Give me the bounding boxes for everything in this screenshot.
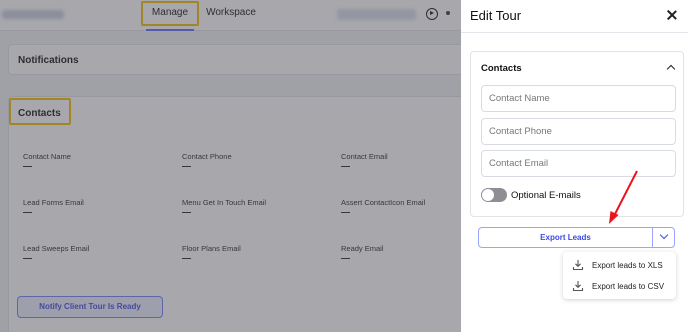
field-label: Lead Forms Email [23, 198, 84, 207]
contacts-accordion-title[interactable]: Contacts [481, 63, 522, 74]
menu-item-export-xls[interactable]: Export leads to XLS [563, 255, 676, 277]
chevron-down-icon[interactable] [659, 230, 669, 240]
download-icon [572, 260, 584, 271]
edit-tour-panel: Edit Tour Contacts Optional E-mails Expo… [461, 0, 688, 332]
panel-header: Edit Tour [461, 0, 688, 33]
field-label: Lead Sweeps Email [23, 244, 90, 253]
contacts-accordion: Contacts Optional E-mails [470, 51, 684, 217]
field-label: Contact Email [341, 152, 388, 161]
export-dropdown-menu: Export leads to XLS Export leads to CSV [563, 252, 676, 299]
field-label: Assert ContactIcon Email [341, 198, 426, 207]
notifications-title: Notifications [18, 55, 79, 66]
more-icon[interactable] [446, 11, 450, 15]
chevron-up-icon[interactable] [666, 64, 676, 74]
play-icon[interactable] [426, 8, 438, 20]
field-value: — [182, 161, 191, 171]
notify-client-button[interactable]: Notify Client Tour Is Ready [17, 296, 163, 318]
field-value: — [182, 253, 191, 263]
optional-emails-toggle[interactable] [481, 188, 507, 202]
panel-title: Edit Tour [470, 8, 522, 23]
field-label: Contact Name [23, 152, 71, 161]
field-value: — [341, 161, 350, 171]
contact-phone-input[interactable] [481, 118, 676, 145]
highlight-box [141, 1, 199, 26]
field-label: Contact Phone [182, 152, 232, 161]
tab-workspace-label: Workspace [206, 7, 256, 18]
field-value: — [341, 253, 350, 263]
download-icon [572, 281, 584, 292]
field-value: — [23, 207, 32, 217]
tab-workspace[interactable]: Workspace [204, 0, 258, 31]
field-label: Menu Get In Touch Email [182, 198, 267, 207]
field-label: Ready Email [341, 244, 384, 253]
menu-item-export-csv[interactable]: Export leads to CSV [563, 276, 676, 298]
blurred-logo [2, 10, 64, 19]
field-value: — [182, 207, 191, 217]
blurred-tour-name [337, 9, 416, 20]
field-value: — [23, 161, 32, 171]
tab-manage[interactable]: Manage [141, 0, 199, 31]
optional-emails-label: Optional E-mails [511, 190, 581, 201]
contact-name-input[interactable] [481, 85, 676, 112]
close-icon[interactable] [666, 9, 678, 21]
export-leads-split-button: Export Leads [478, 227, 675, 248]
field-value: — [23, 253, 32, 263]
field-value: — [341, 207, 350, 217]
notifications-card[interactable]: Notifications [8, 44, 461, 75]
menu-item-label: Export leads to CSV [592, 282, 665, 291]
field-label: Floor Plans Email [182, 244, 241, 253]
contact-email-input[interactable] [481, 150, 676, 177]
toggle-knob [482, 189, 494, 201]
menu-item-label: Export leads to XLS [592, 261, 663, 270]
background-page: Manage Workspace Notifications Contacts … [0, 0, 461, 332]
contacts-section-title: Contacts [18, 108, 61, 119]
top-nav-bar: Manage Workspace [0, 0, 461, 31]
export-leads-button[interactable]: Export Leads [479, 228, 653, 247]
